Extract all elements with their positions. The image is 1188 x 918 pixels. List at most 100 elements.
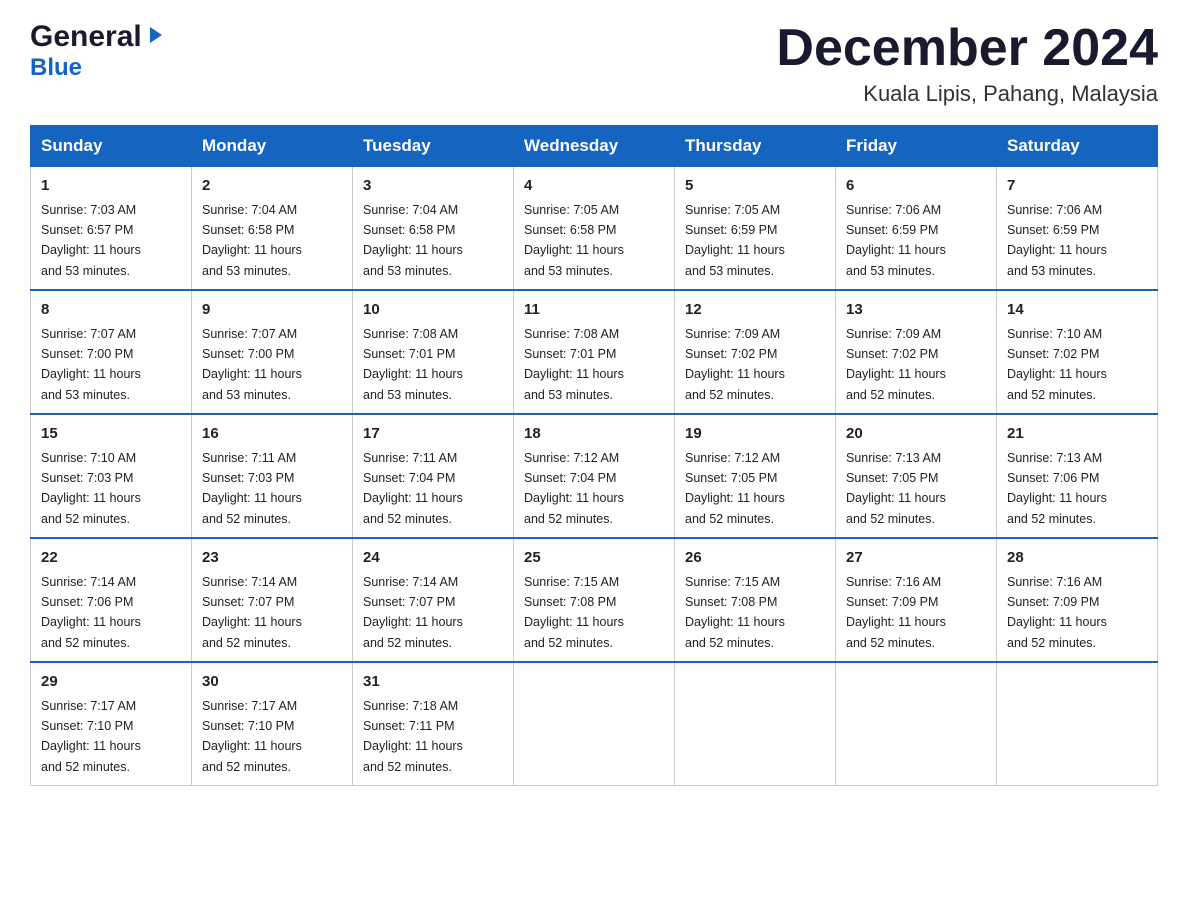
calendar-cell: 12Sunrise: 7:09 AMSunset: 7:02 PMDayligh… bbox=[675, 290, 836, 414]
calendar-cell: 11 Sunrise: 7:08 AMSunset: 7:01 PMDayligh… bbox=[514, 290, 675, 414]
calendar-cell: 30 Sunrise: 7:17 AMSunset: 7:10 PMDayligh… bbox=[192, 662, 353, 786]
location-title: Kuala Lipis, Pahang, Malaysia bbox=[776, 81, 1158, 107]
day-number: 25 bbox=[524, 547, 664, 570]
day-info: Sunrise: 7:03 AMSunset: 6:57 PMDaylight:… bbox=[41, 203, 141, 278]
logo-general-text: General bbox=[30, 20, 142, 54]
day-number: 15 bbox=[41, 423, 181, 446]
day-number: 2 bbox=[202, 175, 342, 198]
day-number: 22 bbox=[41, 547, 181, 570]
calendar-cell: 23 Sunrise: 7:14 AMSunset: 7:07 PMDayligh… bbox=[192, 538, 353, 662]
calendar-cell: 8 Sunrise: 7:07 AMSunset: 7:00 PMDaylight… bbox=[31, 290, 192, 414]
title-block: December 2024 Kuala Lipis, Pahang, Malay… bbox=[776, 20, 1158, 107]
day-number: 11 bbox=[524, 299, 664, 322]
day-info: Sunrise: 7:11 AMSunset: 7:04 PMDaylight:… bbox=[363, 451, 463, 526]
day-number: 18 bbox=[524, 423, 664, 446]
logo-blue-text: Blue bbox=[30, 54, 82, 82]
day-number: 4 bbox=[524, 175, 664, 198]
day-info: Sunrise: 7:16 AMSunset: 7:09 PMDaylight:… bbox=[1007, 575, 1107, 650]
header-thursday: Thursday bbox=[675, 126, 836, 167]
calendar-week-1: 1 Sunrise: 7:03 AMSunset: 6:57 PMDaylight… bbox=[31, 167, 1158, 291]
day-info: Sunrise: 7:15 AMSunset: 7:08 PMDaylight:… bbox=[685, 575, 785, 650]
calendar-cell: 31Sunrise: 7:18 AMSunset: 7:11 PMDayligh… bbox=[353, 662, 514, 786]
logo: General Blue bbox=[30, 20, 166, 82]
day-info: Sunrise: 7:09 AMSunset: 7:02 PMDaylight:… bbox=[846, 327, 946, 402]
day-info: Sunrise: 7:13 AMSunset: 7:05 PMDaylight:… bbox=[846, 451, 946, 526]
calendar-table: SundayMondayTuesdayWednesdayThursdayFrid… bbox=[30, 125, 1158, 786]
logo-arrow-icon bbox=[144, 24, 166, 51]
day-info: Sunrise: 7:09 AMSunset: 7:02 PMDaylight:… bbox=[685, 327, 785, 402]
calendar-cell: 19 Sunrise: 7:12 AMSunset: 7:05 PMDayligh… bbox=[675, 414, 836, 538]
day-number: 8 bbox=[41, 299, 181, 322]
calendar-cell bbox=[514, 662, 675, 786]
day-number: 23 bbox=[202, 547, 342, 570]
day-number: 30 bbox=[202, 671, 342, 694]
day-info: Sunrise: 7:07 AMSunset: 7:00 PMDaylight:… bbox=[202, 327, 302, 402]
calendar-cell: 2Sunrise: 7:04 AMSunset: 6:58 PMDaylight… bbox=[192, 167, 353, 291]
header-sunday: Sunday bbox=[31, 126, 192, 167]
calendar-cell bbox=[836, 662, 997, 786]
day-number: 29 bbox=[41, 671, 181, 694]
header-monday: Monday bbox=[192, 126, 353, 167]
calendar-cell bbox=[997, 662, 1158, 786]
day-number: 28 bbox=[1007, 547, 1147, 570]
calendar-cell: 6 Sunrise: 7:06 AMSunset: 6:59 PMDaylight… bbox=[836, 167, 997, 291]
calendar-cell: 18 Sunrise: 7:12 AMSunset: 7:04 PMDayligh… bbox=[514, 414, 675, 538]
day-number: 27 bbox=[846, 547, 986, 570]
day-number: 1 bbox=[41, 175, 181, 198]
day-info: Sunrise: 7:14 AMSunset: 7:06 PMDaylight:… bbox=[41, 575, 141, 650]
day-number: 20 bbox=[846, 423, 986, 446]
day-info: Sunrise: 7:05 AMSunset: 6:59 PMDaylight:… bbox=[685, 203, 785, 278]
calendar-cell: 9 Sunrise: 7:07 AMSunset: 7:00 PMDaylight… bbox=[192, 290, 353, 414]
day-number: 16 bbox=[202, 423, 342, 446]
day-number: 6 bbox=[846, 175, 986, 198]
day-info: Sunrise: 7:14 AMSunset: 7:07 PMDaylight:… bbox=[202, 575, 302, 650]
day-info: Sunrise: 7:17 AMSunset: 7:10 PMDaylight:… bbox=[202, 699, 302, 774]
calendar-cell: 1 Sunrise: 7:03 AMSunset: 6:57 PMDaylight… bbox=[31, 167, 192, 291]
calendar-cell: 22 Sunrise: 7:14 AMSunset: 7:06 PMDayligh… bbox=[31, 538, 192, 662]
calendar-cell: 14 Sunrise: 7:10 AMSunset: 7:02 PMDayligh… bbox=[997, 290, 1158, 414]
day-number: 14 bbox=[1007, 299, 1147, 322]
calendar-week-2: 8 Sunrise: 7:07 AMSunset: 7:00 PMDaylight… bbox=[31, 290, 1158, 414]
day-info: Sunrise: 7:07 AMSunset: 7:00 PMDaylight:… bbox=[41, 327, 141, 402]
day-number: 19 bbox=[685, 423, 825, 446]
day-info: Sunrise: 7:06 AMSunset: 6:59 PMDaylight:… bbox=[1007, 203, 1107, 278]
calendar-cell: 25 Sunrise: 7:15 AMSunset: 7:08 PMDayligh… bbox=[514, 538, 675, 662]
calendar-cell: 3Sunrise: 7:04 AMSunset: 6:58 PMDaylight… bbox=[353, 167, 514, 291]
calendar-cell: 20 Sunrise: 7:13 AMSunset: 7:05 PMDayligh… bbox=[836, 414, 997, 538]
day-number: 13 bbox=[846, 299, 986, 322]
header-tuesday: Tuesday bbox=[353, 126, 514, 167]
day-info: Sunrise: 7:11 AMSunset: 7:03 PMDaylight:… bbox=[202, 451, 302, 526]
calendar-cell: 16 Sunrise: 7:11 AMSunset: 7:03 PMDayligh… bbox=[192, 414, 353, 538]
day-info: Sunrise: 7:04 AMSunset: 6:58 PMDaylight:… bbox=[363, 203, 463, 278]
day-number: 7 bbox=[1007, 175, 1147, 198]
day-number: 9 bbox=[202, 299, 342, 322]
page-header: General Blue December 2024 Kuala Lipis, … bbox=[30, 20, 1158, 107]
day-number: 10 bbox=[363, 299, 503, 322]
day-number: 21 bbox=[1007, 423, 1147, 446]
calendar-cell: 4 Sunrise: 7:05 AMSunset: 6:58 PMDaylight… bbox=[514, 167, 675, 291]
calendar-week-5: 29 Sunrise: 7:17 AMSunset: 7:10 PMDayligh… bbox=[31, 662, 1158, 786]
calendar-cell: 10 Sunrise: 7:08 AMSunset: 7:01 PMDayligh… bbox=[353, 290, 514, 414]
day-info: Sunrise: 7:17 AMSunset: 7:10 PMDaylight:… bbox=[41, 699, 141, 774]
day-number: 5 bbox=[685, 175, 825, 198]
calendar-cell: 5 Sunrise: 7:05 AMSunset: 6:59 PMDaylight… bbox=[675, 167, 836, 291]
day-number: 24 bbox=[363, 547, 503, 570]
calendar-week-3: 15Sunrise: 7:10 AMSunset: 7:03 PMDayligh… bbox=[31, 414, 1158, 538]
day-info: Sunrise: 7:12 AMSunset: 7:05 PMDaylight:… bbox=[685, 451, 785, 526]
day-number: 17 bbox=[363, 423, 503, 446]
calendar-cell: 17 Sunrise: 7:11 AMSunset: 7:04 PMDayligh… bbox=[353, 414, 514, 538]
day-info: Sunrise: 7:12 AMSunset: 7:04 PMDaylight:… bbox=[524, 451, 624, 526]
calendar-cell: 27Sunrise: 7:16 AMSunset: 7:09 PMDayligh… bbox=[836, 538, 997, 662]
calendar-cell: 26Sunrise: 7:15 AMSunset: 7:08 PMDayligh… bbox=[675, 538, 836, 662]
calendar-cell: 15Sunrise: 7:10 AMSunset: 7:03 PMDayligh… bbox=[31, 414, 192, 538]
day-info: Sunrise: 7:06 AMSunset: 6:59 PMDaylight:… bbox=[846, 203, 946, 278]
day-info: Sunrise: 7:08 AMSunset: 7:01 PMDaylight:… bbox=[363, 327, 463, 402]
day-info: Sunrise: 7:08 AMSunset: 7:01 PMDaylight:… bbox=[524, 327, 624, 402]
day-info: Sunrise: 7:15 AMSunset: 7:08 PMDaylight:… bbox=[524, 575, 624, 650]
calendar-cell: 21Sunrise: 7:13 AMSunset: 7:06 PMDayligh… bbox=[997, 414, 1158, 538]
calendar-cell: 29 Sunrise: 7:17 AMSunset: 7:10 PMDayligh… bbox=[31, 662, 192, 786]
header-wednesday: Wednesday bbox=[514, 126, 675, 167]
day-info: Sunrise: 7:10 AMSunset: 7:02 PMDaylight:… bbox=[1007, 327, 1107, 402]
calendar-week-4: 22 Sunrise: 7:14 AMSunset: 7:06 PMDayligh… bbox=[31, 538, 1158, 662]
day-info: Sunrise: 7:05 AMSunset: 6:58 PMDaylight:… bbox=[524, 203, 624, 278]
